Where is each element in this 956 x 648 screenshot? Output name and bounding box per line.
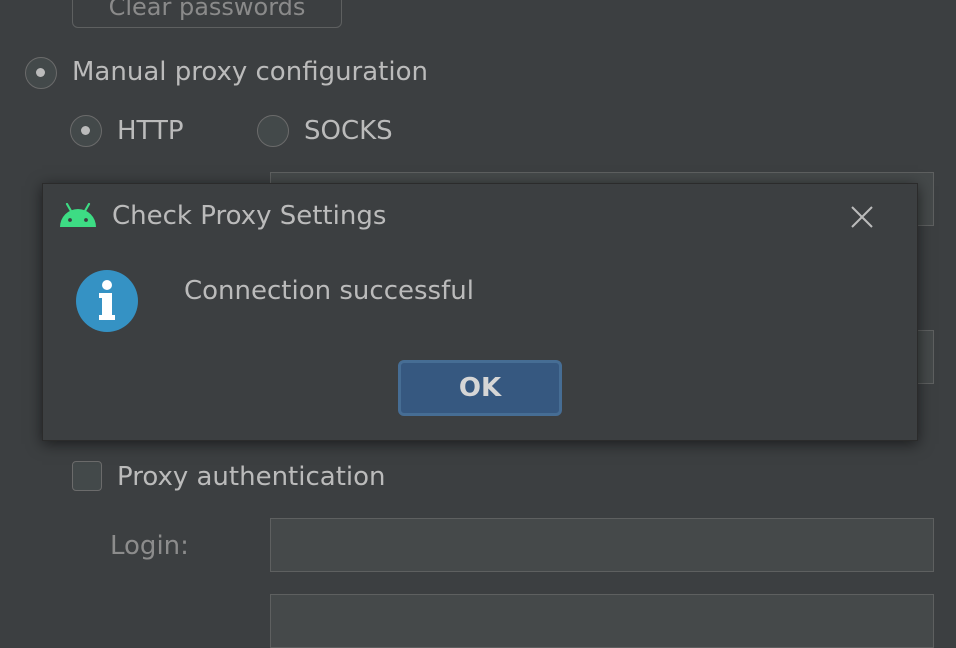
close-icon[interactable] (849, 204, 875, 230)
dialog-message: Connection successful (184, 276, 474, 306)
manual-proxy-radio[interactable] (25, 57, 57, 89)
socks-radio[interactable] (257, 115, 289, 147)
android-icon (59, 202, 97, 229)
socks-label: SOCKS (304, 116, 393, 146)
manual-proxy-label: Manual proxy configuration (72, 57, 428, 87)
proxy-authentication-label: Proxy authentication (117, 462, 386, 492)
login-field[interactable] (270, 518, 934, 572)
dialog-title: Check Proxy Settings (112, 201, 387, 231)
proxy-authentication-checkbox[interactable] (72, 461, 102, 491)
login-label: Login: (110, 531, 189, 561)
clear-passwords-button[interactable]: Clear passwords (72, 0, 342, 28)
http-label: HTTP (117, 116, 184, 146)
check-proxy-dialog: Check Proxy Settings Connection successf… (42, 183, 918, 441)
http-radio[interactable] (70, 115, 102, 147)
password-field[interactable] (270, 594, 934, 648)
ok-button[interactable]: OK (398, 360, 562, 416)
info-icon (74, 268, 140, 334)
